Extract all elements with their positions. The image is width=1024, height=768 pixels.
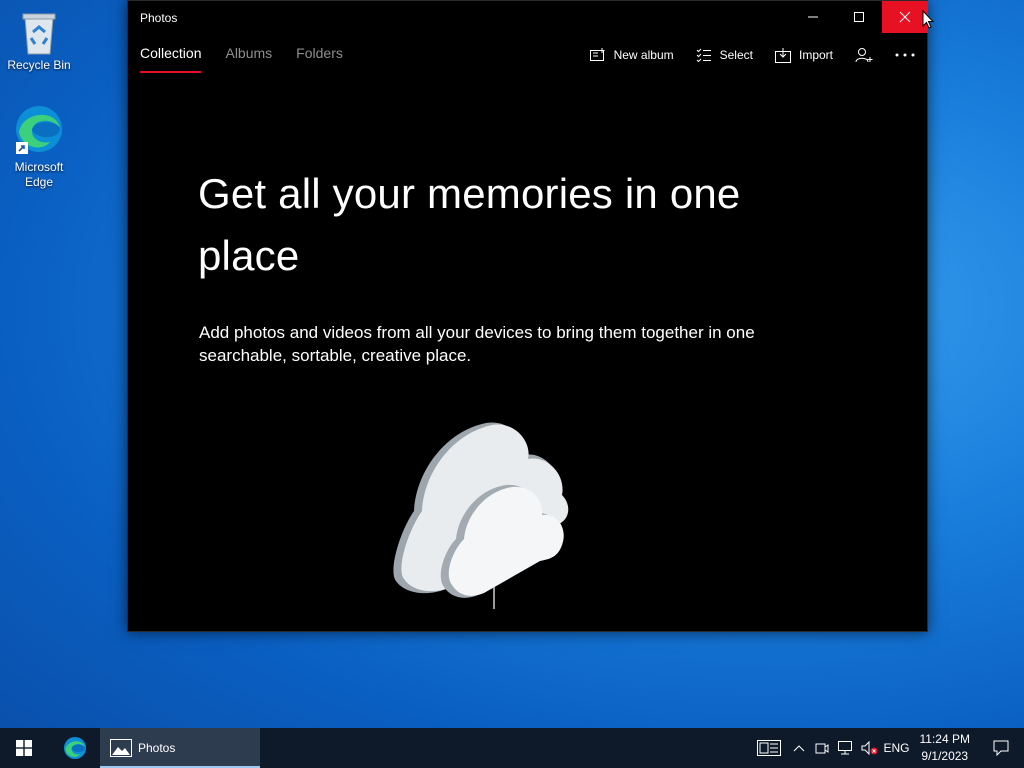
meet-now-button[interactable] [810, 728, 834, 768]
tab-collection[interactable]: Collection [140, 45, 202, 73]
import-label: Import [798, 48, 833, 62]
account-button[interactable] [855, 45, 873, 65]
chevron-up-icon [793, 745, 804, 752]
tab-albums[interactable]: Albums [225, 45, 272, 71]
news-icon [756, 740, 781, 756]
import-button[interactable]: Import [774, 45, 833, 65]
start-button[interactable] [0, 728, 48, 768]
system-tray: ENG 11:24 PM 9/1/2023 [750, 728, 1024, 768]
maximize-icon [854, 12, 864, 22]
cloud-illustration [393, 422, 569, 609]
desktop-icon-recycle-bin[interactable]: Recycle Bin [4, 8, 74, 73]
new-album-label: New album [613, 48, 674, 62]
language-indicator[interactable]: ENG [882, 728, 912, 768]
taskbar-edge-button[interactable] [52, 728, 98, 768]
edge-icon [16, 106, 62, 154]
edge-icon [63, 736, 87, 760]
maximize-button[interactable] [836, 1, 882, 33]
empty-state-headline: Get all your memories in one place [198, 170, 741, 279]
window-title: Photos [140, 11, 178, 25]
notifications-button[interactable] [978, 728, 1024, 768]
clock[interactable]: 11:24 PM 9/1/2023 [912, 728, 978, 768]
title-bar[interactable]: Photos [128, 1, 928, 35]
desktop-icon-label: Recycle Bin [7, 58, 71, 72]
volume-muted-icon [861, 741, 878, 755]
network-icon [837, 741, 852, 755]
recycle-bin-icon [22, 13, 56, 55]
person-add-icon [855, 48, 873, 63]
more-options-icon [895, 53, 915, 57]
close-icon [899, 11, 911, 23]
minimize-button[interactable] [790, 1, 836, 33]
windows-logo-icon [16, 740, 32, 756]
news-widget-button[interactable] [750, 728, 788, 768]
new-album-button[interactable]: New album [589, 45, 674, 65]
photos-window: Photos Collection Albums Folders New alb… [127, 0, 928, 632]
new-album-icon [589, 48, 605, 61]
command-bar: New album Select Import [589, 45, 915, 65]
select-label: Select [719, 48, 753, 62]
minimize-icon [808, 16, 818, 18]
taskbar: Photos ENG 11:24 PM 9/1/2023 [0, 728, 1024, 768]
more-options-button[interactable] [895, 45, 915, 65]
notification-icon [993, 740, 1009, 756]
taskbar-app-label: Photos [138, 741, 176, 755]
tab-bar: Collection Albums Folders [140, 45, 343, 73]
photos-app-icon [110, 739, 132, 757]
camera-icon [815, 743, 829, 754]
taskbar-photos-button[interactable]: Photos [100, 728, 260, 768]
volume-button[interactable] [858, 728, 882, 768]
clock-time: 11:24 PM [919, 732, 970, 746]
desktop-icon-label: Microsoft Edge [14, 160, 64, 189]
network-button[interactable] [834, 728, 858, 768]
import-icon [774, 47, 791, 63]
desktop-icon-edge[interactable]: Microsoft Edge [4, 104, 74, 190]
empty-state-description: Add photos and videos from all your devi… [199, 323, 755, 365]
clock-date: 9/1/2023 [921, 749, 969, 763]
select-list-icon [696, 48, 711, 62]
show-hidden-icons-button[interactable] [788, 728, 810, 768]
mouse-cursor [922, 10, 934, 29]
select-button[interactable]: Select [696, 45, 753, 65]
tab-folders[interactable]: Folders [296, 45, 343, 71]
